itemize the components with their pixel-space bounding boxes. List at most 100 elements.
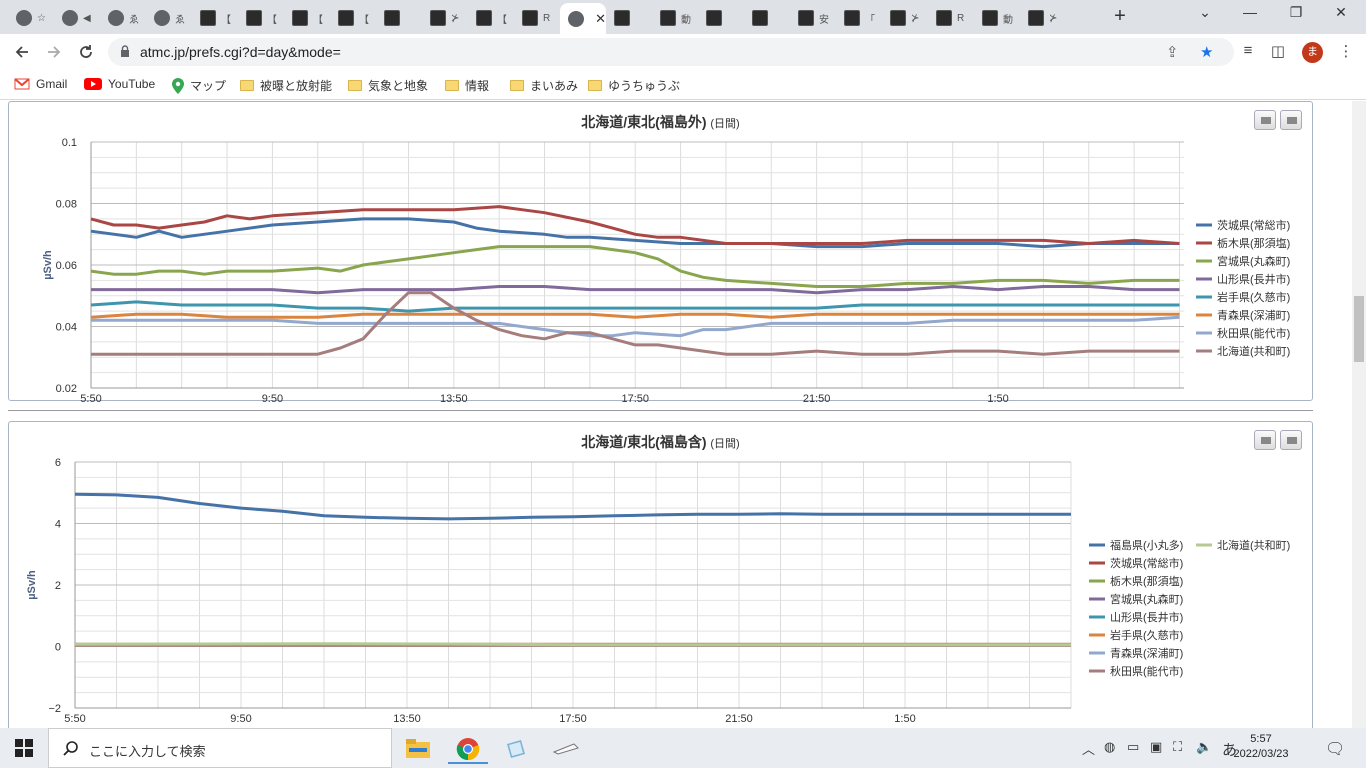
- minimize-button[interactable]: —: [1236, 4, 1264, 24]
- browser-tab[interactable]: R: [928, 5, 974, 31]
- browser-tab[interactable]: 【: [192, 5, 238, 31]
- page-thumbnail-icon: [936, 10, 952, 26]
- chart-panel-excl-fukushima: 北海道/東北(福島外) (日間) 0.02 0.04 0.06 0.08 0.1 5:50…: [8, 101, 1313, 402]
- volume-icon[interactable]: 🔈: [1196, 739, 1212, 755]
- legend-label: 青森県(深浦町): [1110, 646, 1183, 660]
- notification-icon[interactable]: 🗨: [1325, 739, 1345, 759]
- taskbar-search-box[interactable]: ここに入力して検索: [48, 728, 392, 768]
- page-thumbnail-icon: [384, 10, 400, 26]
- browser-tab[interactable]: [606, 5, 652, 31]
- browser-tab[interactable]: ◀: [54, 5, 100, 31]
- browser-tab[interactable]: 「: [836, 5, 882, 31]
- x-tick-label: 17:50: [621, 393, 649, 402]
- globe-icon: [568, 10, 584, 27]
- bookmark-item[interactable]: 被曝と放射能: [240, 77, 332, 94]
- y-axis-label: µSv/h: [26, 570, 38, 600]
- legend-label: 岩手県(久慈市): [1217, 290, 1290, 304]
- page-thumbnail-icon: [200, 10, 216, 26]
- tab-title: 【: [313, 14, 323, 26]
- browser-tab[interactable]: ☆: [8, 5, 54, 31]
- y-tick-label: 0.1: [62, 137, 77, 149]
- folder-icon: [510, 80, 524, 91]
- browser-tab[interactable]: 動: [974, 5, 1020, 31]
- x-tick-label: 5:50: [64, 713, 85, 725]
- usb-icon[interactable]: ⛶: [1173, 739, 1182, 755]
- page-thumbnail-icon: [844, 10, 860, 26]
- browser-tab[interactable]: 【: [238, 5, 284, 31]
- menu-dots-icon[interactable]: ⋮: [1336, 42, 1356, 62]
- browser-tab[interactable]: 安: [790, 5, 836, 31]
- y-tick-label: 0.02: [56, 383, 77, 395]
- page-thumbnail-icon: [752, 10, 768, 26]
- y-axis-label: µSv/h: [42, 250, 54, 280]
- bookmarks-bar: Gmail YouTube マップ 被曝と放射能 気象と地象 情報 まいあみ ゆうちゅうぶ: [0, 70, 1366, 100]
- browser-tab[interactable]: [744, 5, 790, 31]
- brush-icon: [552, 743, 579, 755]
- x-tick-label: 1:50: [987, 393, 1008, 402]
- share-icon[interactable]: ⇪: [1166, 43, 1179, 61]
- bookmark-item[interactable]: まいあみ: [510, 77, 578, 94]
- bookmark-item[interactable]: Gmail: [14, 77, 67, 91]
- chrome-icon: [456, 738, 480, 761]
- browser-toolbar: atmc.jp/prefs.cgi?d=day&mode= ⇪ ★ ≡ ◫ ま …: [0, 34, 1366, 70]
- close-window-button[interactable]: ✕: [1327, 4, 1355, 24]
- new-tab-button[interactable]: +: [1108, 6, 1132, 28]
- side-panel-icon[interactable]: ◫: [1268, 42, 1288, 62]
- tab-search-button[interactable]: ⌄: [1191, 4, 1219, 24]
- chrome-app[interactable]: [448, 734, 488, 764]
- bookmark-item[interactable]: YouTube: [84, 77, 155, 91]
- reload-icon: [80, 45, 92, 58]
- chart-excl-fukushima: 0.02 0.04 0.06 0.08 0.1 5:50 9:50 13:50 17:50 21:…: [42, 137, 1290, 402]
- bookmark-item[interactable]: 気象と地象: [348, 77, 428, 94]
- profile-avatar[interactable]: ま: [1302, 42, 1323, 63]
- browser-tab[interactable]: ゑ: [146, 5, 192, 31]
- bookmark-item[interactable]: マップ: [172, 77, 226, 94]
- bookmark-item[interactable]: 情報: [445, 77, 489, 94]
- tray-chevron-icon[interactable]: ︿: [1082, 739, 1095, 758]
- browser-tab[interactable]: 動: [652, 5, 698, 31]
- notepad-app[interactable]: [496, 734, 536, 764]
- address-bar[interactable]: atmc.jp/prefs.cgi?d=day&mode= ⇪ ★: [108, 38, 1234, 66]
- back-button[interactable]: [10, 40, 34, 64]
- folder-icon: [348, 80, 362, 91]
- bookmark-item[interactable]: ゆうちゅうぶ: [588, 77, 680, 94]
- browser-tab[interactable]: [698, 5, 744, 31]
- page-thumbnail-icon: [982, 10, 998, 26]
- tab-title: ゑ: [129, 14, 139, 26]
- page-thumbnail-icon: [890, 10, 906, 26]
- scroll-thumb[interactable]: [1354, 296, 1364, 362]
- folder-icon: [588, 80, 602, 91]
- browser-tab[interactable]: 【: [284, 5, 330, 31]
- browser-tab[interactable]: 【: [330, 5, 376, 31]
- battery-icon[interactable]: ▭: [1127, 739, 1139, 755]
- bookmark-star-icon[interactable]: ★: [1200, 43, 1213, 61]
- x-tick-label: 21:50: [725, 713, 753, 725]
- browser-tab[interactable]: ⊁: [1020, 5, 1066, 31]
- browser-tab[interactable]: 【: [468, 5, 514, 31]
- browser-tab[interactable]: R: [514, 5, 560, 31]
- reading-list-icon[interactable]: ≡: [1238, 42, 1258, 62]
- taskbar-clock[interactable]: 5:57 2022/03/23: [1226, 732, 1296, 762]
- browser-tab[interactable]: ゑ: [100, 5, 146, 31]
- browser-tab[interactable]: ✕: [560, 3, 606, 34]
- y-tick-label: 0.04: [56, 322, 77, 334]
- restore-button[interactable]: ❐: [1282, 4, 1310, 24]
- browser-tab[interactable]: ⊁: [422, 5, 468, 31]
- paint-app[interactable]: [546, 734, 586, 764]
- y-tick-label: 4: [55, 519, 61, 531]
- page-thumbnail-icon: [476, 10, 492, 26]
- page-thumbnail-icon: [798, 10, 814, 26]
- page-scrollbar[interactable]: [1352, 101, 1366, 728]
- folder-icon: [445, 80, 459, 91]
- meet-icon[interactable]: ◍: [1104, 739, 1115, 755]
- file-explorer-app[interactable]: [398, 734, 438, 764]
- clock-date: 2022/03/23: [1233, 748, 1289, 760]
- network-icon[interactable]: ▣: [1150, 739, 1162, 755]
- browser-tab[interactable]: ⊁: [882, 5, 928, 31]
- close-tab-icon[interactable]: ✕: [595, 11, 606, 27]
- browser-tab[interactable]: [376, 5, 422, 31]
- forward-button[interactable]: [42, 40, 66, 64]
- reload-button[interactable]: [74, 40, 98, 64]
- windows-logo-icon: [15, 739, 33, 757]
- start-button[interactable]: [0, 728, 48, 768]
